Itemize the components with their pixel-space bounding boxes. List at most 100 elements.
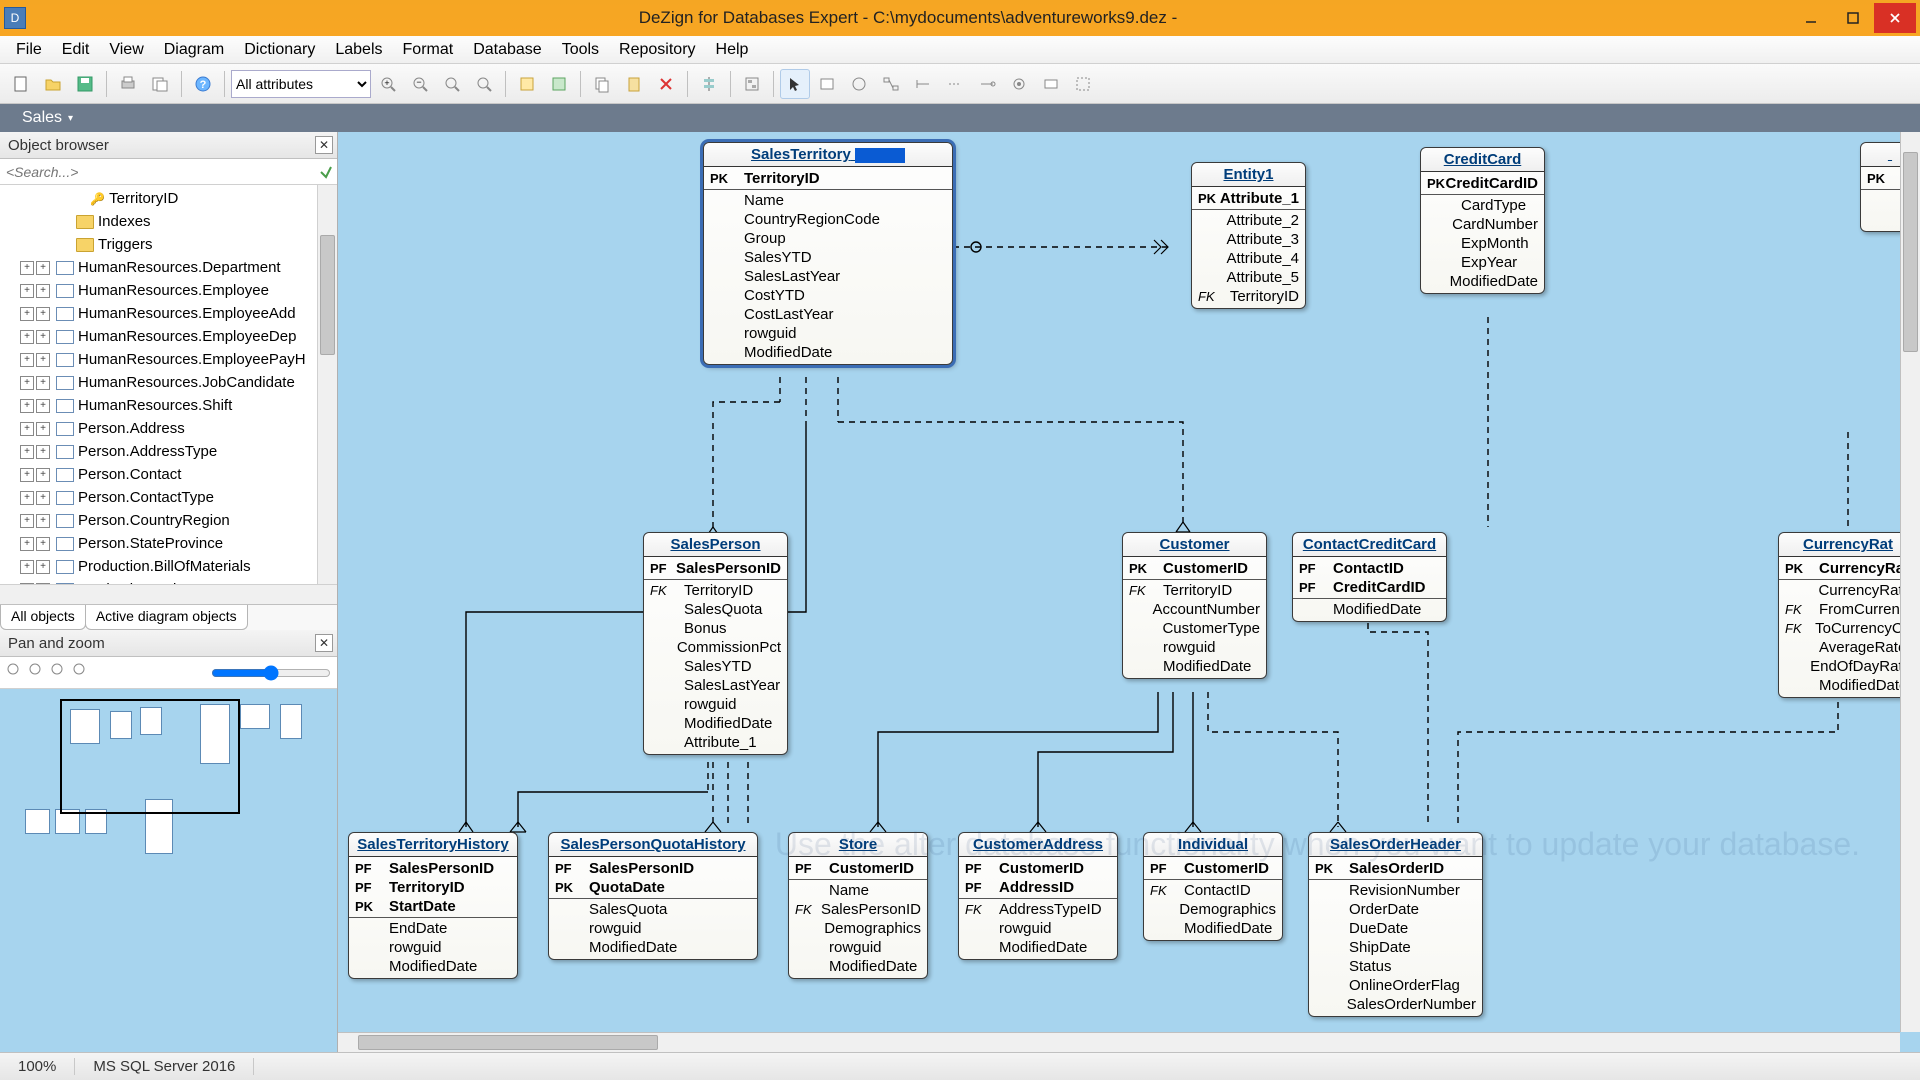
pz-zoomout[interactable] — [28, 662, 44, 683]
validate-button[interactable] — [544, 69, 574, 99]
panzoom-close-icon[interactable]: ✕ — [315, 634, 333, 652]
expand-icon[interactable]: + — [36, 330, 50, 344]
tree-item-territoryid[interactable]: 🔑 TerritoryID — [0, 187, 337, 210]
expand-icon[interactable]: + — [20, 399, 34, 413]
menu-dictionary[interactable]: Dictionary — [234, 37, 325, 63]
paste-button[interactable] — [619, 69, 649, 99]
expand-icon[interactable]: + — [20, 330, 34, 344]
pz-fit[interactable] — [50, 662, 66, 683]
pz-100[interactable] — [72, 662, 88, 683]
expand-icon[interactable]: + — [20, 537, 34, 551]
zoom-in-button[interactable]: + — [373, 69, 403, 99]
search-input[interactable] — [0, 164, 315, 180]
zoom-100-button[interactable] — [469, 69, 499, 99]
expand-icon[interactable]: + — [36, 261, 50, 275]
menu-labels[interactable]: Labels — [325, 37, 392, 63]
pointer-tool[interactable] — [780, 69, 810, 99]
menu-tools[interactable]: Tools — [552, 37, 609, 63]
zoom-out-button[interactable]: − — [405, 69, 435, 99]
tree-hscroll[interactable] — [0, 584, 337, 604]
entity-individual[interactable]: IndividualPFCustomerIDFKContactIDDemogra… — [1143, 832, 1283, 941]
tree-item[interactable]: ++Person.StateProvince — [0, 532, 337, 555]
tree-vscroll[interactable] — [317, 185, 337, 584]
pz-zoomin[interactable] — [6, 662, 22, 683]
entity-salesterritoryhistory[interactable]: SalesTerritoryHistoryPFSalesPersonIDPFTe… — [348, 832, 518, 979]
entity-currencyrate[interactable]: CurrencyRatPKCurrencyRatCurrencyRateFKFr… — [1778, 532, 1918, 698]
tree-item-indexes[interactable]: Indexes — [0, 210, 337, 233]
menu-format[interactable]: Format — [393, 37, 464, 63]
subdiagram-button[interactable] — [737, 69, 767, 99]
label-tool[interactable] — [1036, 69, 1066, 99]
menu-database[interactable]: Database — [463, 37, 552, 63]
tree-item[interactable]: ++HumanResources.EmployeeAdd — [0, 302, 337, 325]
expand-icon[interactable]: + — [36, 445, 50, 459]
expand-icon[interactable]: + — [36, 491, 50, 505]
help-button[interactable]: ? — [188, 69, 218, 99]
relation-tool-1[interactable] — [876, 69, 906, 99]
menu-repository[interactable]: Repository — [609, 37, 705, 63]
tab-active-diagram[interactable]: Active diagram objects — [85, 605, 248, 630]
expand-icon[interactable]: + — [36, 353, 50, 367]
tab-all-objects[interactable]: All objects — [0, 605, 86, 630]
menu-view[interactable]: View — [99, 37, 153, 63]
relation-tool-3[interactable] — [940, 69, 970, 99]
expand-icon[interactable]: + — [36, 307, 50, 321]
entity-contactcreditcard[interactable]: ContactCreditCardPFContactIDPFCreditCard… — [1292, 532, 1447, 622]
expand-icon[interactable]: + — [20, 445, 34, 459]
view-tool[interactable] — [1004, 69, 1034, 99]
entity-customer[interactable]: CustomerPKCustomerIDFKTerritoryIDAccount… — [1122, 532, 1267, 679]
menu-edit[interactable]: Edit — [52, 37, 100, 63]
entity-salesorderheader[interactable]: SalesOrderHeaderPKSalesOrderIDRevisionNu… — [1308, 832, 1483, 1017]
expand-icon[interactable]: + — [36, 537, 50, 551]
expand-icon[interactable]: + — [20, 514, 34, 528]
tree-item[interactable]: ++HumanResources.Department — [0, 256, 337, 279]
pz-slider[interactable] — [211, 665, 331, 681]
expand-icon[interactable]: + — [36, 560, 50, 574]
expand-icon[interactable]: + — [20, 284, 34, 298]
maximize-button[interactable] — [1832, 3, 1874, 33]
tree-item[interactable]: ++HumanResources.EmployeePayH — [0, 348, 337, 371]
entity-entity1[interactable]: Entity1PKAttribute_1Attribute_2Attribute… — [1191, 162, 1306, 309]
save-button[interactable] — [70, 69, 100, 99]
note-tool[interactable] — [844, 69, 874, 99]
panzoom-minimap[interactable] — [0, 689, 337, 1052]
entity-customeraddress[interactable]: CustomerAddressPFCustomerIDPFAddressIDFK… — [958, 832, 1118, 960]
new-button[interactable] — [6, 69, 36, 99]
expand-icon[interactable]: + — [20, 261, 34, 275]
expand-icon[interactable]: + — [20, 307, 34, 321]
canvas-vscroll[interactable] — [1900, 132, 1920, 1032]
menu-diagram[interactable]: Diagram — [154, 37, 234, 63]
menu-help[interactable]: Help — [706, 37, 759, 63]
expand-icon[interactable]: + — [36, 376, 50, 390]
region-tool[interactable] — [1068, 69, 1098, 99]
expand-icon[interactable]: + — [36, 514, 50, 528]
zoom-fit-button[interactable] — [437, 69, 467, 99]
minimize-button[interactable] — [1790, 3, 1832, 33]
entity-creditcard[interactable]: CreditCardPKCreditCardIDCardTypeCardNumb… — [1420, 147, 1545, 294]
menu-file[interactable]: File — [6, 37, 52, 63]
align-button[interactable] — [694, 69, 724, 99]
print-button[interactable] — [113, 69, 143, 99]
close-button[interactable] — [1874, 3, 1916, 33]
open-button[interactable] — [38, 69, 68, 99]
tree-item[interactable]: ++Person.AddressType — [0, 440, 337, 463]
expand-icon[interactable]: + — [36, 422, 50, 436]
generate-button[interactable] — [512, 69, 542, 99]
tree-item[interactable]: ++HumanResources.Shift — [0, 394, 337, 417]
expand-icon[interactable]: + — [20, 560, 34, 574]
entity-salespersonquotahistory[interactable]: SalesPersonQuotaHistoryPFSalesPersonIDPK… — [548, 832, 758, 960]
copy-button[interactable] — [587, 69, 617, 99]
expand-icon[interactable]: + — [20, 422, 34, 436]
canvas-hscroll[interactable] — [338, 1032, 1900, 1052]
entity-salesperson[interactable]: SalesPersonPFSalesPersonIDFKTerritoryIDS… — [643, 532, 788, 755]
entity-store[interactable]: StorePFCustomerIDNameFKSalesPersonIDDemo… — [788, 832, 928, 979]
object-browser-close-icon[interactable]: ✕ — [315, 136, 333, 154]
tree-item[interactable]: ++Person.ContactType — [0, 486, 337, 509]
entity-tool[interactable] — [812, 69, 842, 99]
expand-icon[interactable]: + — [36, 399, 50, 413]
search-go-icon[interactable] — [315, 160, 337, 184]
print-preview-button[interactable] — [145, 69, 175, 99]
tree-item[interactable]: ++Person.CountryRegion — [0, 509, 337, 532]
expand-icon[interactable]: + — [20, 376, 34, 390]
tree-item[interactable]: ++HumanResources.EmployeeDep — [0, 325, 337, 348]
